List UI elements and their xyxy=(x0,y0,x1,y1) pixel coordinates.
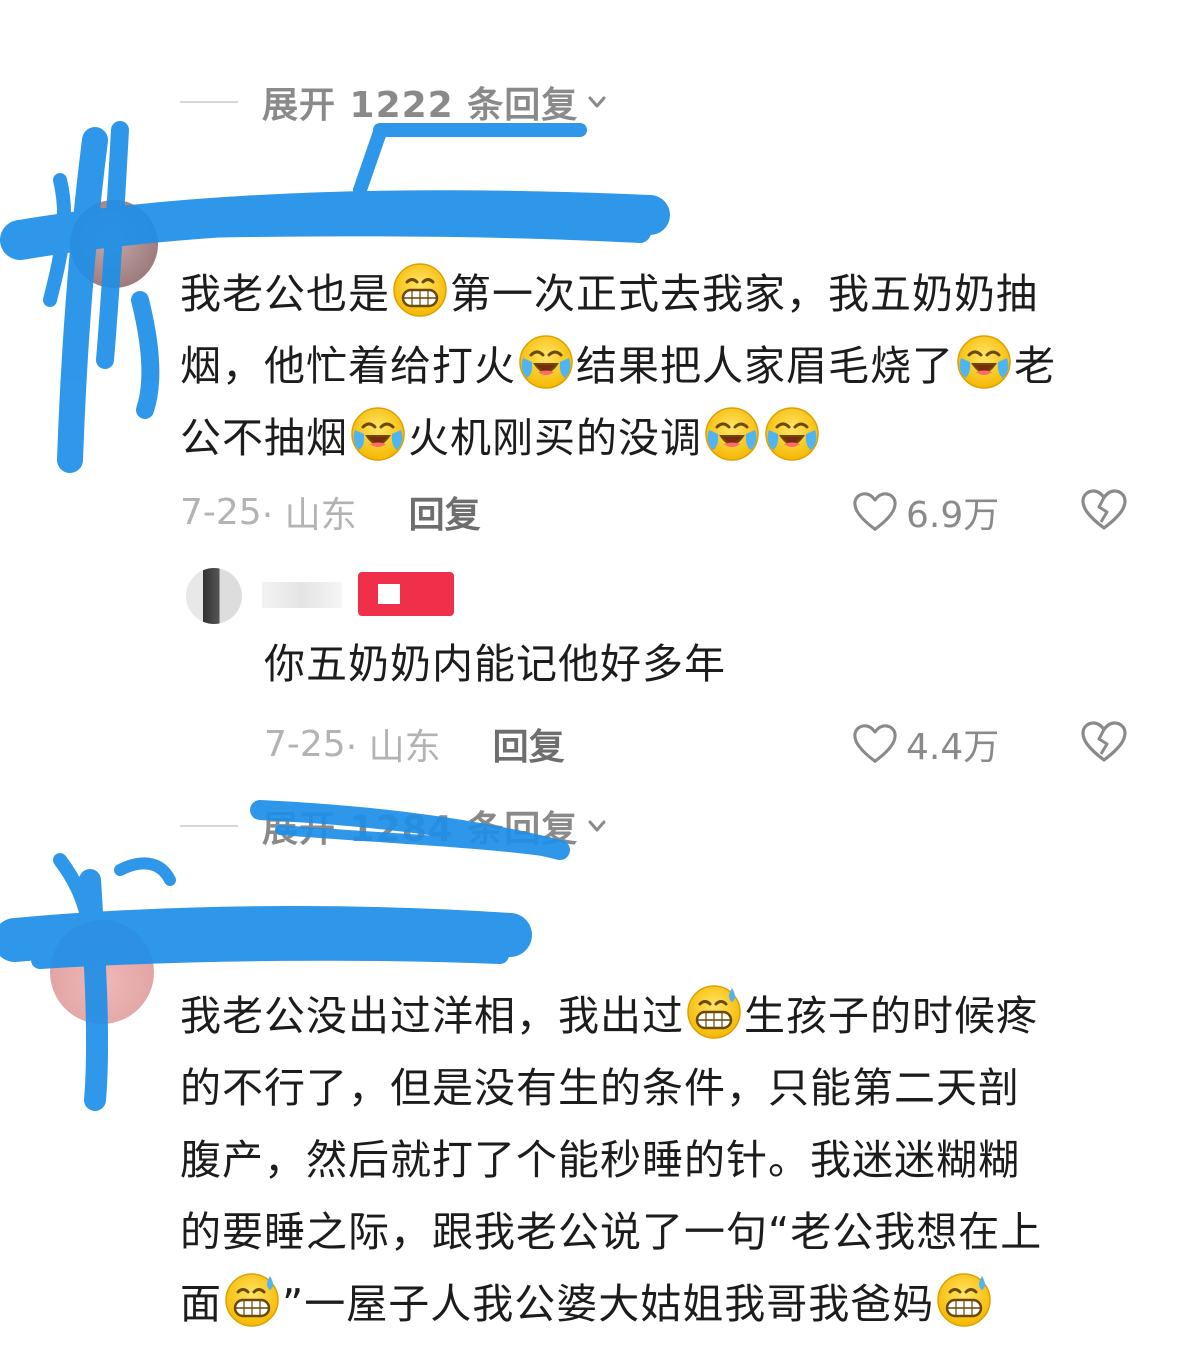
broken-heart-icon[interactable] xyxy=(1080,487,1128,533)
reply-meta: 7-25 · 山东 回复 xyxy=(264,718,565,770)
expand-replies-1222[interactable]: 展开 1222 条回复 xyxy=(180,76,610,128)
expand-replies-1284[interactable]: 展开 1284 条回复 xyxy=(180,800,610,852)
text-segment: ”一屋子人我公婆大姑姐我哥我爸妈 xyxy=(282,1280,935,1328)
avatar[interactable] xyxy=(70,200,158,288)
reply-text: 你五奶奶内能记他好多年 xyxy=(264,640,726,688)
broken-heart-icon[interactable] xyxy=(1080,719,1128,765)
like-button[interactable]: 6.9万 xyxy=(852,486,999,538)
reply-button[interactable]: 回复 xyxy=(409,486,481,538)
like-count: 4.4万 xyxy=(906,727,1000,768)
comment-line: 我老公也是 第一次正式去我家，我五奶奶抽 xyxy=(180,258,1140,330)
expand-divider xyxy=(180,825,238,827)
comment-text: 我老公没出过洋相，我出过 生孩子的时候疼 的不行了，但是没有生的条件，只能第二天剖… xyxy=(180,980,1150,1340)
text-segment: 老 xyxy=(1014,342,1056,390)
like-count: 6.9万 xyxy=(906,495,1000,536)
laugh-cry-emoji-icon xyxy=(350,406,406,462)
badge-mark xyxy=(378,584,400,604)
sweat-grin-emoji-icon xyxy=(224,1272,280,1328)
comment-text: 我老公也是 第一次正式去我家，我五奶奶抽 烟，他忙着给打火 结果把人家眉毛烧了 老 公… xyxy=(180,258,1140,474)
sweat-grin-emoji-icon xyxy=(686,984,742,1040)
like-button[interactable]: 4.4万 xyxy=(852,718,999,770)
comment-line: 烟，他忙着给打火 结果把人家眉毛烧了 老 xyxy=(180,330,1140,402)
comment-line: 我老公没出过洋相，我出过 生孩子的时候疼 xyxy=(180,980,1150,1052)
comment-meta: 7-25 · 山东 回复 xyxy=(180,486,481,538)
comment-line: 面 ”一屋子人我公婆大姑姐我哥我爸妈 xyxy=(180,1268,1150,1340)
text-segment: 结果把人家眉毛烧了 xyxy=(576,342,954,390)
comment-line: 腹产，然后就打了个能秒睡的针。我迷迷糊糊 xyxy=(180,1136,1020,1184)
text-segment: 第一次正式去我家，我五奶奶抽 xyxy=(450,270,1038,318)
expand-divider xyxy=(180,101,238,103)
reply-username[interactable] xyxy=(262,582,342,608)
reply-button[interactable]: 回复 xyxy=(493,718,565,770)
text-segment: 火机刚买的没调 xyxy=(408,414,702,462)
chevron-down-icon xyxy=(588,820,606,832)
text-segment: 面 xyxy=(180,1280,222,1328)
author-badge xyxy=(358,572,454,616)
comment-line: 公不抽烟 火机刚买的没调 xyxy=(180,402,1140,474)
expand-replies-label: 展开 1284 条回复 xyxy=(262,809,579,850)
comment-location: · 山东 xyxy=(261,495,357,536)
text-segment: 公不抽烟 xyxy=(180,414,348,462)
reply-location: · 山东 xyxy=(345,727,441,768)
grin-emoji-icon xyxy=(392,262,448,318)
laugh-cry-emoji-icon xyxy=(764,406,820,462)
expand-replies-label: 展开 1222 条回复 xyxy=(262,85,579,126)
heart-outline-icon xyxy=(852,722,898,766)
comment-line: 的要睡之际，跟我老公说了一句“老公我想在上 xyxy=(180,1208,1043,1256)
comment-line: 的不行了，但是没有生的条件，只能第二天剖 xyxy=(180,1064,1020,1112)
text-segment: 烟，他忙着给打火 xyxy=(180,342,516,390)
heart-outline-icon xyxy=(852,490,898,534)
chevron-down-icon xyxy=(588,96,606,108)
laugh-cry-emoji-icon xyxy=(518,334,574,390)
avatar[interactable] xyxy=(50,920,154,1024)
reply-date: 7-25 xyxy=(264,723,346,765)
text-segment: 我老公没出过洋相，我出过 xyxy=(180,992,684,1040)
comment-date: 7-25 xyxy=(180,491,262,533)
sweat-grin-emoji-icon xyxy=(936,1272,992,1328)
laugh-cry-emoji-icon xyxy=(704,406,760,462)
laugh-cry-emoji-icon xyxy=(956,334,1012,390)
text-segment: 我老公也是 xyxy=(180,270,390,318)
text-segment: 生孩子的时候疼 xyxy=(744,992,1038,1040)
reply-avatar[interactable] xyxy=(186,568,242,624)
